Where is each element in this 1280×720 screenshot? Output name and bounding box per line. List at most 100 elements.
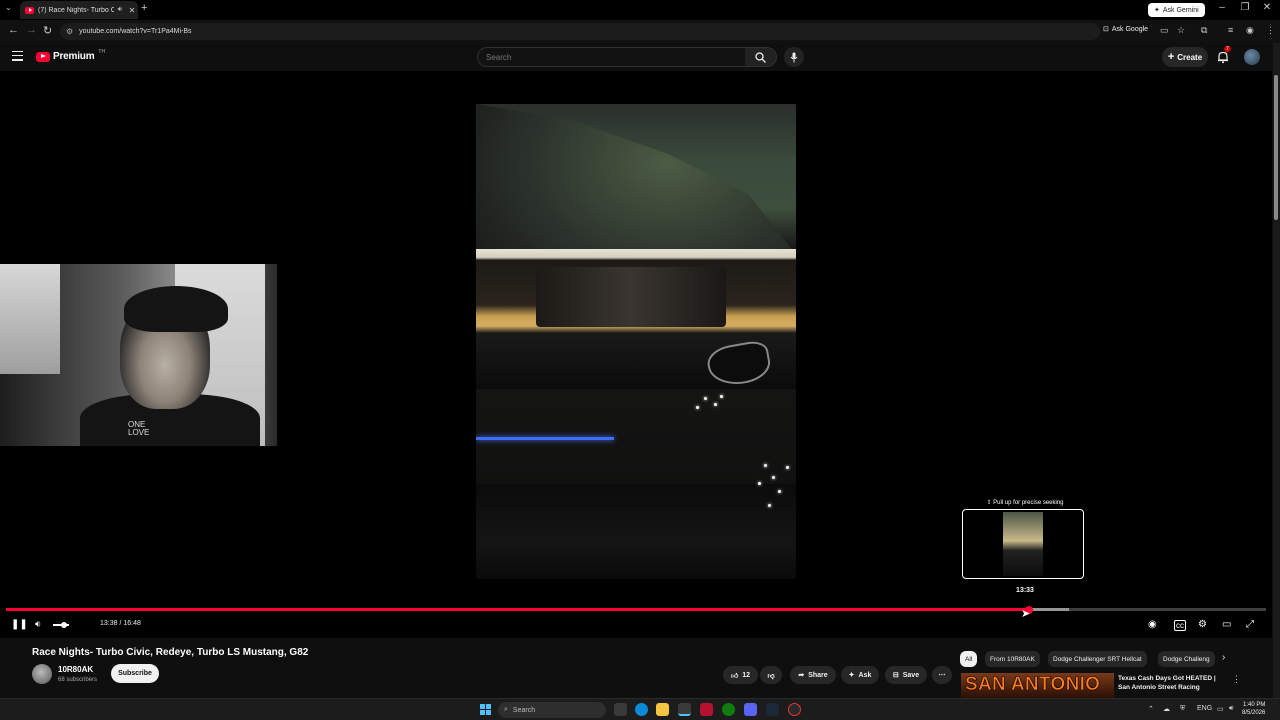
ask-sparkle-icon: ✦ (848, 672, 855, 679)
new-tab-icon[interactable]: + (141, 2, 147, 14)
search-icon (755, 51, 766, 63)
notifications-bell-icon[interactable] (1216, 50, 1230, 64)
windows-taskbar: ⌕ Search ⌃ ☁ ⛨ ENG ▭ 🔊︎ 1:40 PM 8/5/2026 (0, 698, 1280, 720)
speaker-icon[interactable]: 🔊︎ (1229, 705, 1233, 713)
theater-mode-icon[interactable]: ▭ (1222, 619, 1231, 630)
reading-list-icon[interactable]: ≡ (1228, 25, 1233, 35)
tab-title: (7) Race Nights- Turbo Civic (38, 6, 114, 14)
task-view-icon[interactable] (614, 703, 627, 716)
acrobat-icon[interactable] (700, 703, 713, 716)
clock-time: 1:40 PM (1243, 702, 1266, 708)
minimize-icon[interactable]: – (1214, 2, 1230, 13)
file-explorer-icon[interactable] (656, 703, 669, 716)
taskbar-search-placeholder: Search (512, 706, 536, 714)
microphone-icon (790, 52, 798, 62)
video-scene-light (696, 406, 699, 409)
restore-icon[interactable]: ❐ (1237, 2, 1253, 13)
tab-search-chevron-icon[interactable]: ⌄ (5, 3, 12, 12)
autoplay-toggle-icon[interactable]: ◉ (1148, 619, 1157, 630)
forward-icon[interactable]: → (26, 24, 37, 36)
subscribe-button[interactable]: Subscribe (111, 664, 159, 683)
subscriber-count: 68 subscribers (58, 677, 98, 683)
save-button[interactable]: ⊟ Save (885, 666, 927, 684)
tray-app-icon[interactable]: ☁ (1163, 705, 1170, 713)
volume-icon[interactable]: 🔉︎ (35, 619, 41, 630)
cast-icon[interactable]: ▭ (1160, 25, 1169, 36)
network-icon[interactable]: ▭ (1217, 705, 1224, 713)
channel-avatar[interactable] (32, 664, 52, 684)
tab-close-icon[interactable]: ✕ (126, 6, 138, 15)
share-button[interactable]: ➦ Share (790, 666, 836, 684)
language-indicator[interactable]: ENG (1197, 705, 1212, 712)
video-scene-car-window (536, 267, 726, 327)
chrome-icon[interactable] (678, 703, 691, 716)
bookmark-star-icon[interactable]: ☆ (1177, 25, 1185, 36)
settings-gear-icon[interactable]: ⚙ (1198, 619, 1207, 630)
thumbs-down-icon: 👎︎ (767, 672, 775, 680)
ask-gemini-button[interactable]: ✦ Ask Gemini (1148, 3, 1205, 17)
recommendation-thumbnail[interactable]: SAN ANTONIO (961, 673, 1114, 698)
player-controls: ❚❚ 🔉︎ 13:38 / 16:48 ◉ cc ⚙ ▭ ⤢ (0, 616, 1272, 634)
youtube-logo[interactable]: Premium TH (36, 49, 105, 62)
ask-google-label: Ask Google (1111, 25, 1149, 33)
share-arrow-icon: ➦ (798, 672, 805, 679)
recommendation-title[interactable]: Texas Cash Days Got HEATED | San Antonio… (1118, 674, 1228, 692)
channel-name[interactable]: 10R80AK (58, 665, 93, 674)
ask-google-button[interactable]: ⊡ Ask Google (1103, 25, 1149, 34)
edge-icon[interactable] (635, 703, 648, 716)
like-button[interactable]: 👍︎ 12 (723, 666, 758, 684)
chip-all[interactable]: All (960, 651, 978, 667)
fullscreen-icon[interactable]: ⤢ (1246, 619, 1254, 630)
chip-dodge-challenger[interactable]: Dodge Challeng (1158, 651, 1215, 667)
video-player[interactable]: ONE LOVE ⇧ Pull up for precise seeking 1… (0, 71, 1272, 638)
close-window-icon[interactable]: ✕ (1259, 2, 1275, 13)
chip-from-channel[interactable]: From 10R80AK (985, 651, 1040, 667)
youtube-favicon-icon (25, 6, 34, 14)
extensions-icon[interactable]: ⧉ (1201, 25, 1207, 36)
account-avatar[interactable] (1244, 49, 1260, 65)
ask-button[interactable]: ✦ Ask (841, 666, 879, 684)
video-scene-light (720, 395, 723, 398)
pause-icon[interactable]: ❚❚ (11, 619, 28, 630)
search-input[interactable]: Search (477, 47, 747, 67)
windows-start-icon[interactable] (480, 704, 491, 715)
voice-search-button[interactable] (784, 47, 804, 67)
browser-toolbar: ← → ↻ ⚙ youtube.com/watch?v=Tr1Pa4Mi-Bs … (0, 20, 1280, 43)
create-button[interactable]: + Create (1162, 47, 1208, 67)
profile-icon[interactable]: ◉ (1246, 25, 1254, 36)
steam-icon[interactable] (766, 703, 779, 716)
browser-tab[interactable]: (7) Race Nights- Turbo Civic 🔊︎ ✕ (20, 1, 138, 19)
clock-date: 8/5/2026 (1242, 710, 1266, 716)
url-text: youtube.com/watch?v=Tr1Pa4Mi-Bs (79, 28, 192, 35)
discord-icon[interactable] (744, 703, 757, 716)
webcam-shirt-text: ONE LOVE (128, 420, 150, 437)
ask-gemini-label: Ask Gemini (1162, 6, 1199, 14)
webcam-background-door (0, 264, 60, 374)
tray-security-icon[interactable]: ⛨ (1180, 705, 1185, 713)
volume-slider-handle[interactable] (61, 622, 67, 628)
taskbar-clock[interactable]: 1:40 PM 8/5/2026 (1242, 701, 1265, 717)
taskbar-search-input[interactable]: ⌕ Search (498, 702, 606, 718)
captions-icon[interactable]: cc (1174, 620, 1186, 631)
reload-icon[interactable]: ↻ (43, 24, 52, 37)
address-bar[interactable]: ⚙ youtube.com/watch?v=Tr1Pa4Mi-Bs (60, 23, 1100, 40)
tray-overflow-icon[interactable]: ⌃ (1148, 705, 1154, 713)
site-info-icon[interactable]: ⚙ (66, 27, 73, 36)
obs-icon[interactable] (788, 703, 801, 716)
xbox-icon[interactable] (722, 703, 735, 716)
progress-bar[interactable] (6, 608, 1266, 611)
more-actions-button[interactable]: ⋯ (932, 666, 952, 684)
search-button[interactable] (745, 47, 777, 67)
chip-dodge-challenger-srt-hellcat[interactable]: Dodge Challenger SRT Hellcat (1048, 651, 1147, 667)
video-frame (476, 104, 796, 579)
browser-menu-icon[interactable]: ⋮ (1266, 25, 1275, 36)
recommendation-more-icon[interactable]: ⋮ (1232, 674, 1241, 685)
back-icon[interactable]: ← (8, 24, 19, 36)
page-scrollbar-thumb[interactable] (1274, 75, 1278, 220)
chevron-right-icon[interactable]: › (1222, 652, 1225, 663)
dislike-button[interactable]: 👎︎ (760, 666, 782, 684)
tab-audio-icon[interactable]: 🔊︎ (118, 6, 122, 14)
save-label: Save (902, 671, 920, 679)
recommendation-thumbnail-text: SAN ANTONIO (965, 674, 1101, 696)
menu-icon[interactable] (12, 51, 23, 62)
